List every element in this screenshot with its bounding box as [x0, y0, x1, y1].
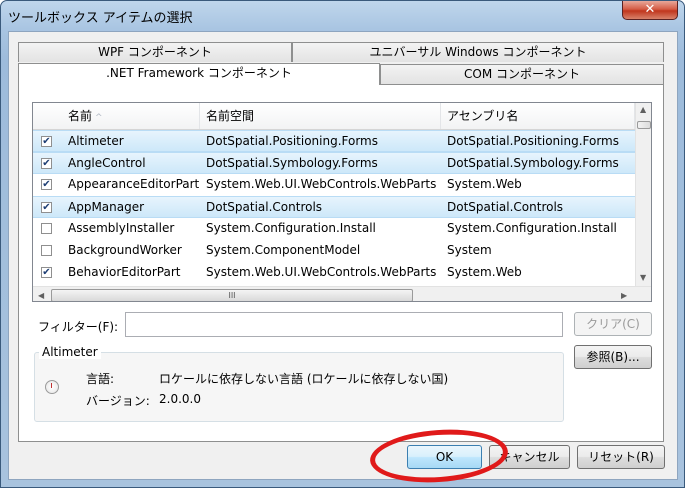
- tab-label: .NET Framework コンポーネント: [106, 66, 292, 80]
- list-row[interactable]: AssemblyInstaller System.Configuration.In…: [33, 218, 635, 240]
- language-label: 言語:: [86, 372, 115, 386]
- row-name: AppearanceEditorPart: [68, 177, 200, 191]
- vertical-scroll-thumb[interactable]: [637, 121, 651, 129]
- row-assembly: System.Web: [447, 265, 522, 279]
- clock-icon: [45, 380, 59, 394]
- checkbox-unchecked[interactable]: [41, 223, 52, 234]
- list-row[interactable]: BackgroundWorker System.ComponentModel Sys…: [33, 240, 635, 262]
- checkbox-checked[interactable]: ✔: [41, 158, 52, 169]
- vertical-scrollbar[interactable]: ▲ ▼: [635, 103, 651, 286]
- column-header-assembly[interactable]: アセンブリ名: [441, 103, 635, 129]
- column-header-name[interactable]: 名前 ^: [33, 103, 200, 129]
- checkbox-checked[interactable]: ✔: [41, 179, 52, 190]
- tab-label: COM コンポーネント: [464, 67, 580, 81]
- column-label: 名前空間: [206, 109, 255, 123]
- list-row[interactable]: ✔ AngleControl DotSpatial.Symbology.Forms D…: [33, 152, 635, 174]
- tab-uwp[interactable]: ユニバーサル Windows コンポーネント: [292, 42, 664, 62]
- checkbox-checked[interactable]: ✔: [41, 136, 52, 147]
- row-namespace: DotSpatial.Controls: [206, 200, 323, 214]
- row-assembly: DotSpatial.Positioning.Forms: [447, 134, 619, 148]
- row-namespace: DotSpatial.Positioning.Forms: [206, 134, 378, 148]
- browse-button[interactable]: 参照(B)...: [574, 345, 652, 369]
- row-namespace: System.Web.UI.WebControls.WebParts: [206, 177, 437, 191]
- row-namespace: System.ComponentModel: [206, 243, 361, 257]
- row-assembly: DotSpatial.Symbology.Forms: [447, 156, 619, 170]
- row-namespace: System.Configuration.Install: [206, 221, 376, 235]
- scroll-right-icon[interactable]: ▶: [621, 291, 627, 300]
- list-row[interactable]: ✔ AppManager DotSpatial.Controls DotSpatial…: [33, 196, 635, 218]
- row-namespace: System.Web.UI.WebControls.WebParts: [206, 265, 437, 279]
- details-group-label: Altimeter: [39, 345, 101, 359]
- scroll-left-icon[interactable]: ◀: [38, 291, 44, 300]
- list-row[interactable]: ✔ AppearanceEditorPart System.Web.UI.WebCo…: [33, 174, 635, 196]
- row-assembly: System: [447, 243, 492, 257]
- close-button[interactable]: ✕: [622, 1, 678, 20]
- column-label: 名前: [68, 109, 93, 123]
- horizontal-scrollbar[interactable]: ◀ III ▶: [33, 286, 651, 301]
- scroll-up-icon[interactable]: ▲: [640, 105, 646, 114]
- tab-label: ユニバーサル Windows コンポーネント: [369, 45, 587, 59]
- row-name: AssemblyInstaller: [68, 221, 175, 235]
- checkmark-icon: ✔: [42, 158, 51, 169]
- row-name: Altimeter: [68, 134, 124, 148]
- scroll-down-icon[interactable]: ▼: [640, 273, 646, 282]
- title-bar[interactable]: ツールボックス アイテムの選択 ✕: [1, 1, 684, 29]
- list-row[interactable]: ✔ BehaviorEditorPart System.Web.UI.WebCont…: [33, 262, 635, 284]
- row-name: BehaviorEditorPart: [68, 265, 181, 279]
- clear-button[interactable]: クリア(C): [574, 312, 652, 336]
- tab-label: WPF コンポーネント: [98, 45, 212, 59]
- column-label: アセンブリ名: [447, 109, 519, 123]
- tab-net-framework[interactable]: .NET Framework コンポーネント: [18, 63, 380, 85]
- list-row[interactable]: ✔ Altimeter DotSpatial.Positioning.Forms Do…: [33, 130, 635, 152]
- sort-ascending-icon: ^: [95, 113, 103, 123]
- checkmark-icon: ✔: [42, 179, 51, 190]
- checkmark-icon: ✔: [42, 136, 51, 147]
- details-group: [34, 352, 564, 422]
- tab-wpf[interactable]: WPF コンポーネント: [18, 42, 292, 62]
- version-value: 2.0.0.0: [159, 392, 201, 406]
- row-assembly: DotSpatial.Controls: [447, 200, 564, 214]
- version-label: バージョン:: [86, 394, 150, 408]
- window-title: ツールボックス アイテムの選択: [8, 11, 193, 26]
- row-assembly: System.Web: [447, 177, 522, 191]
- horizontal-scroll-thumb[interactable]: III: [51, 289, 413, 301]
- reset-button[interactable]: リセット(R): [577, 445, 665, 469]
- checkbox-checked[interactable]: ✔: [41, 202, 52, 213]
- language-value: ロケールに依存しない言語 (ロケールに依存しない国): [159, 372, 449, 386]
- filter-label: フィルター(F):: [38, 320, 119, 334]
- checkmark-icon: ✔: [42, 267, 51, 278]
- list-header: 名前 ^ 名前空間 アセンブリ名: [33, 103, 635, 130]
- checkbox-checked[interactable]: ✔: [41, 267, 52, 278]
- column-header-namespace[interactable]: 名前空間: [200, 103, 441, 129]
- row-assembly: System.Configuration.Install: [447, 221, 617, 235]
- checkmark-icon: ✔: [42, 202, 51, 213]
- row-name: BackgroundWorker: [68, 243, 182, 257]
- filter-input[interactable]: [125, 312, 563, 337]
- component-list[interactable]: 名前 ^ 名前空間 アセンブリ名 ✔ Altimeter DotSpatial.Pos…: [32, 102, 652, 302]
- checkbox-unchecked[interactable]: [41, 245, 52, 256]
- tab-com[interactable]: COM コンポーネント: [380, 64, 664, 84]
- row-name: AppManager: [68, 200, 145, 214]
- row-namespace: DotSpatial.Symbology.Forms: [206, 156, 378, 170]
- row-name: AngleControl: [68, 156, 146, 170]
